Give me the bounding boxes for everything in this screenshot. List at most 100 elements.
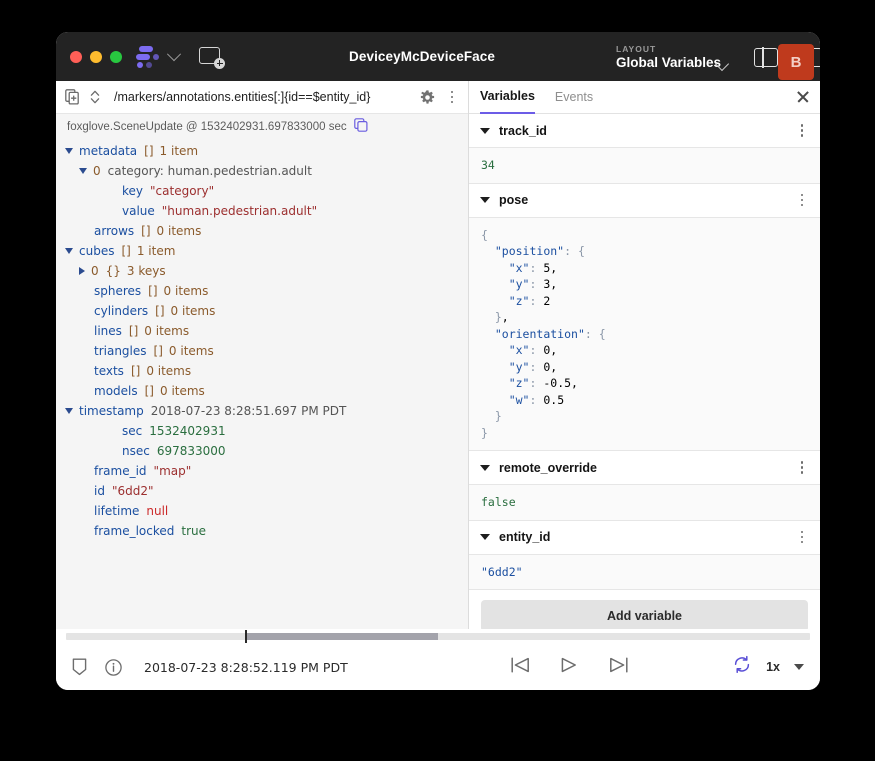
tree-key: value	[122, 204, 155, 218]
chevron-down-icon[interactable]	[480, 197, 490, 203]
variable-name: track_id	[499, 124, 795, 138]
seek-buffered-range	[245, 633, 438, 640]
variable-name: remote_override	[499, 461, 795, 475]
tree-row[interactable]: models[]0 items	[65, 381, 468, 401]
tree-row[interactable]: timestamp2018-07-23 8:28:51.697 PM PDT	[65, 401, 468, 421]
tab-variables[interactable]: Variables	[480, 81, 535, 114]
add-variable-button[interactable]: Add variable	[481, 600, 808, 632]
variable-menu-icon[interactable]	[795, 531, 809, 544]
avatar[interactable]: B	[778, 44, 814, 80]
loop-icon[interactable]	[732, 655, 752, 679]
variable-value-track_id[interactable]: 34	[469, 148, 820, 184]
variable-value-remote_override[interactable]: false	[469, 485, 820, 521]
tree-row[interactable]: 0category: human.pedestrian.adult	[65, 161, 468, 181]
tree-key: sec	[122, 424, 142, 438]
variable-menu-icon[interactable]	[795, 194, 809, 207]
current-time-label: 2018-07-23 8:28:52.119 PM PDT	[144, 660, 348, 675]
tree-row[interactable]: texts[]0 items	[65, 361, 468, 381]
maximize-window-button[interactable]	[110, 51, 122, 63]
topic-path-input[interactable]: /markers/annotations.entities[:]{id==$en…	[114, 90, 420, 104]
tree-row[interactable]: spheres[]0 items	[65, 281, 468, 301]
variable-menu-icon[interactable]	[795, 124, 809, 137]
tree-row[interactable]: cubes[]1 item	[65, 241, 468, 261]
tree-row[interactable]: 0{}3 keys	[65, 261, 468, 281]
tree-row[interactable]: value "human.pedestrian.adult"	[65, 201, 468, 221]
main-content: /markers/annotations.entities[:]{id==$en…	[56, 81, 820, 642]
variable-menu-icon[interactable]	[795, 461, 809, 474]
tree-number-value: 697833000	[157, 444, 226, 458]
seek-backward-button[interactable]	[510, 656, 531, 679]
tree-row[interactable]: sec1532402931	[65, 421, 468, 441]
add-panel-icon[interactable]	[199, 47, 223, 67]
tree-key: lines	[94, 324, 122, 338]
chevron-down-icon[interactable]	[794, 664, 804, 670]
play-button[interactable]	[559, 656, 580, 679]
tree-row[interactable]: nsec697833000	[65, 441, 468, 461]
message-tree[interactable]: metadata[]1 item0category: human.pedestr…	[56, 139, 468, 642]
close-icon[interactable]	[796, 90, 810, 104]
tree-string-value: "6dd2"	[112, 484, 154, 498]
tree-count: 3 keys	[127, 264, 166, 278]
tree-row[interactable]: lifetimenull	[65, 501, 468, 521]
close-window-button[interactable]	[70, 51, 82, 63]
tree-row[interactable]: lines[]0 items	[65, 321, 468, 341]
bookmark-icon[interactable]	[72, 658, 87, 676]
tree-row[interactable]: triangles[]0 items	[65, 341, 468, 361]
tree-row[interactable]: arrows[]0 items	[65, 221, 468, 241]
tree-key: spheres	[94, 284, 141, 298]
variable-name: pose	[499, 193, 795, 207]
tab-events[interactable]: Events	[555, 81, 593, 114]
minimize-window-button[interactable]	[90, 51, 102, 63]
chevron-down-icon[interactable]	[65, 408, 73, 414]
chevron-down-icon[interactable]	[480, 534, 490, 540]
playback-speed-label[interactable]: 1x	[766, 660, 780, 674]
playback-bar: 2018-07-23 8:28:52.119 PM PDT	[56, 642, 820, 690]
copy-document-icon[interactable]	[65, 89, 80, 105]
variable-header-pose[interactable]: pose	[469, 184, 820, 218]
info-icon[interactable]	[105, 659, 122, 676]
chevron-right-icon[interactable]	[79, 267, 85, 275]
panel-menu-icon[interactable]	[445, 91, 459, 104]
variable-header-entity_id[interactable]: entity_id	[469, 521, 820, 555]
chevron-down-icon[interactable]	[480, 465, 490, 471]
chevron-down-icon[interactable]	[65, 248, 73, 254]
layout-name: Global Variables	[616, 55, 721, 70]
left-sidebar-toggle-icon[interactable]	[754, 48, 778, 67]
tree-string-value: "human.pedestrian.adult"	[162, 204, 317, 218]
tree-key: frame_locked	[94, 524, 174, 538]
gear-icon[interactable]	[420, 90, 435, 105]
layout-caption: LAYOUT	[616, 44, 721, 54]
variable-header-track_id[interactable]: track_id	[469, 114, 820, 148]
transport-controls	[408, 656, 732, 679]
tree-key: cylinders	[94, 304, 148, 318]
tree-count: 0 items	[160, 384, 205, 398]
tree-row[interactable]: cylinders[]0 items	[65, 301, 468, 321]
updown-chevron-icon[interactable]	[90, 89, 100, 105]
seek-track[interactable]	[66, 633, 810, 640]
layout-selector[interactable]: LAYOUT Global Variables	[616, 44, 721, 70]
tree-row[interactable]: frame_lockedtrue	[65, 521, 468, 541]
tree-bracket: []	[145, 384, 154, 398]
tree-row[interactable]: id "6dd2"	[65, 481, 468, 501]
chevron-down-icon[interactable]	[480, 128, 490, 134]
variables-sidebar: Variables Events track_id 34 pose { "positi…	[469, 81, 820, 642]
foxglove-logo-icon[interactable]	[136, 46, 162, 68]
seek-forward-button[interactable]	[608, 656, 629, 679]
window-traffic-lights	[70, 51, 122, 63]
variable-value-pose[interactable]: { "position": { "x": 5, "y": 3, "z": 2 }…	[469, 218, 820, 452]
tree-key: lifetime	[94, 504, 139, 518]
seek-bar[interactable]	[56, 629, 820, 643]
tree-key: id	[94, 484, 105, 498]
variable-header-remote_override[interactable]: remote_override	[469, 451, 820, 485]
chevron-down-icon[interactable]	[65, 148, 73, 154]
copy-icon[interactable]	[354, 118, 368, 135]
tree-count: 1 item	[137, 244, 176, 258]
variable-value-entity_id[interactable]: "6dd2"	[469, 555, 820, 591]
tree-row[interactable]: frame_id"map"	[65, 461, 468, 481]
seek-playhead[interactable]	[245, 630, 247, 643]
chevron-down-icon[interactable]	[167, 47, 181, 61]
chevron-down-icon[interactable]	[79, 168, 87, 174]
tree-row[interactable]: key"category"	[65, 181, 468, 201]
tree-row[interactable]: metadata[]1 item	[65, 141, 468, 161]
sidebar-tabs: Variables Events	[469, 81, 820, 114]
